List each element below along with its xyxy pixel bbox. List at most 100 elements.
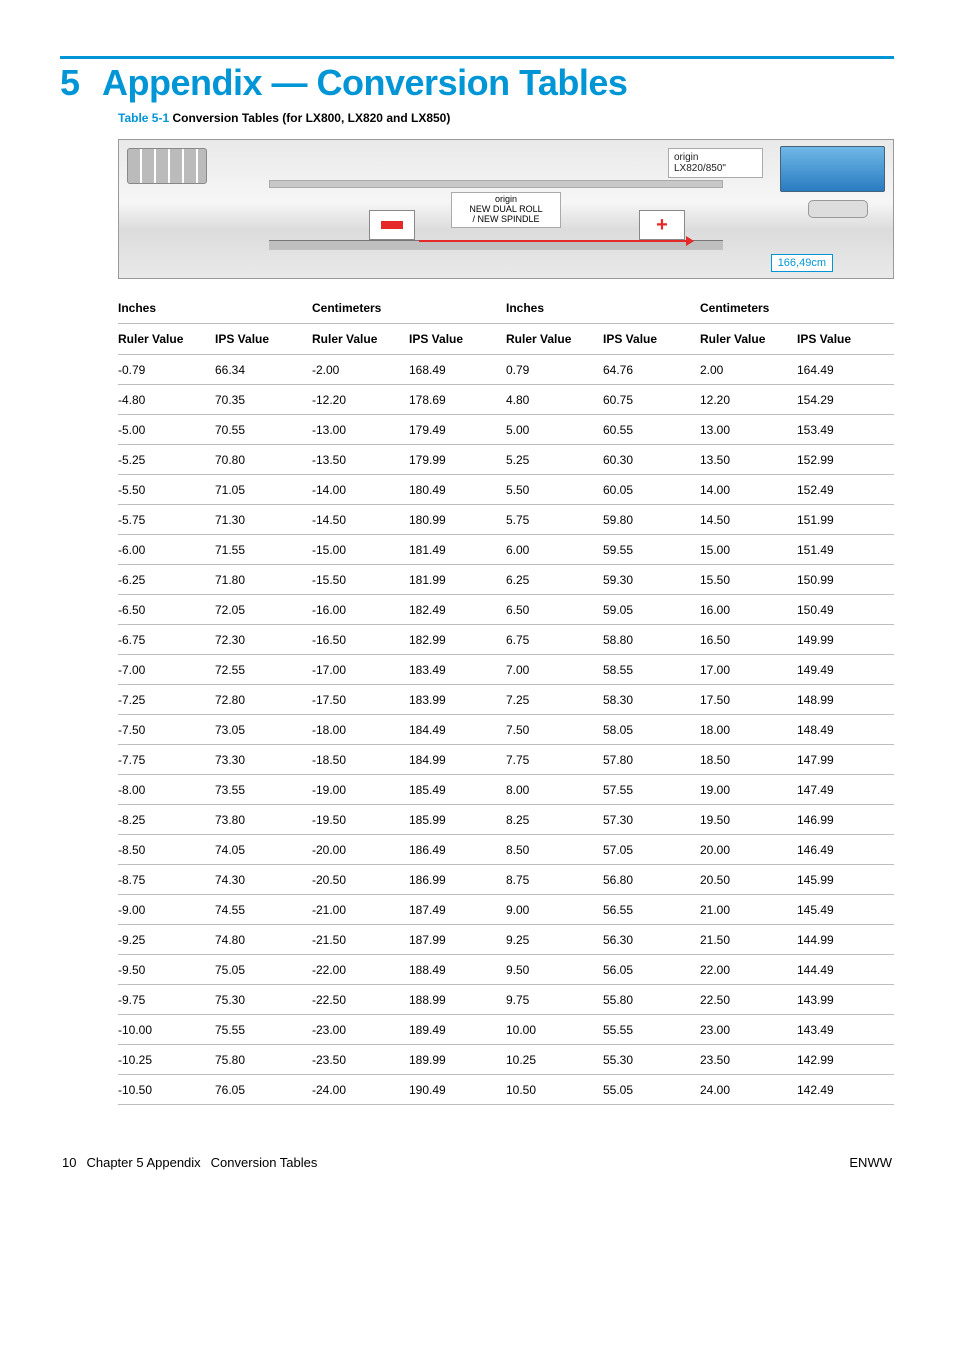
table-cell: 58.55 [603,655,700,685]
chapter-title: Appendix — Conversion Tables [102,65,627,101]
table-cell: 71.55 [215,535,312,565]
table-cell: 55.80 [603,985,700,1015]
dimension-tag: 166,49cm [771,254,833,272]
table-row: -4.8070.35-12.20178.694.8060.7512.20154.… [118,385,894,415]
table-cell: 71.30 [215,505,312,535]
table-cell: 24.00 [700,1075,797,1105]
table-cell: -2.00 [312,355,409,385]
reel-icon [127,148,207,184]
table-row: -8.5074.05-20.00186.498.5057.0520.00146.… [118,835,894,865]
table-cell: 181.49 [409,535,506,565]
table-cell: 58.80 [603,625,700,655]
table-cell: 188.49 [409,955,506,985]
table-cell: -16.00 [312,595,409,625]
table-cell: 148.99 [797,685,894,715]
table-cell: 19.00 [700,775,797,805]
conversion-table: Inches Centimeters Inches Centimeters Ru… [118,297,894,1105]
table-cell: -16.50 [312,625,409,655]
table-row: -9.5075.05-22.00188.499.5056.0522.00144.… [118,955,894,985]
table-row: -0.7966.34-2.00168.490.7964.762.00164.49 [118,355,894,385]
table-cell: -21.00 [312,895,409,925]
table-cell: -4.80 [118,385,215,415]
table-cell: 145.49 [797,895,894,925]
table-cell: 22.50 [700,985,797,1015]
table-cell: 23.50 [700,1045,797,1075]
table-row: -6.7572.30-16.50182.996.7558.8016.50149.… [118,625,894,655]
table-cell: -20.50 [312,865,409,895]
chapter-heading: 5 Appendix — Conversion Tables [60,65,894,101]
table-cell: -17.50 [312,685,409,715]
table-header-sub-row: Ruler Value IPS Value Ruler Value IPS Va… [118,324,894,355]
table-row: -8.0073.55-19.00185.498.0057.5519.00147.… [118,775,894,805]
table-cell: 72.55 [215,655,312,685]
table-cell: 16.00 [700,595,797,625]
table-cell: -10.50 [118,1075,215,1105]
table-cell: 73.55 [215,775,312,805]
table-cell: 72.30 [215,625,312,655]
table-cell: 10.50 [506,1075,603,1105]
table-cell: 59.30 [603,565,700,595]
table-cell: -9.00 [118,895,215,925]
table-cell: -23.00 [312,1015,409,1045]
table-cell: 19.50 [700,805,797,835]
table-cell: -7.25 [118,685,215,715]
table-cell: 154.29 [797,385,894,415]
table-cell: 5.25 [506,445,603,475]
table-cell: -9.25 [118,925,215,955]
origin-line2: LX820/850" [674,163,726,174]
table-row: -8.7574.30-20.50186.998.7556.8020.50145.… [118,865,894,895]
table-row: -6.0071.55-15.00181.496.0059.5515.00151.… [118,535,894,565]
printer-diagram: origin LX820/850" origin NEW DUAL ROLL /… [118,139,894,279]
table-cell: 56.55 [603,895,700,925]
table-cell: 60.05 [603,475,700,505]
table-cell: 21.50 [700,925,797,955]
table-cell: -6.50 [118,595,215,625]
table-cell: 75.55 [215,1015,312,1045]
table-cell: 9.50 [506,955,603,985]
col-group-inches-1: Inches [118,297,312,324]
table-cell: 8.75 [506,865,603,895]
table-cell: 71.80 [215,565,312,595]
table-row: -6.5072.05-16.00182.496.5059.0516.00150.… [118,595,894,625]
table-cell: 18.50 [700,745,797,775]
origin-callout: origin LX820/850" [668,148,763,178]
table-cell: 14.00 [700,475,797,505]
table-cell: 73.80 [215,805,312,835]
plus-glyph: + [656,214,668,237]
table-cell: -6.00 [118,535,215,565]
table-cell: 184.49 [409,715,506,745]
table-cell: 59.55 [603,535,700,565]
table-cell: -17.00 [312,655,409,685]
table-cell: 182.99 [409,625,506,655]
table-cell: 143.99 [797,985,894,1015]
table-cell: 151.49 [797,535,894,565]
table-cell: -10.25 [118,1045,215,1075]
table-cell: 17.50 [700,685,797,715]
table-cell: -8.25 [118,805,215,835]
table-cell: 164.49 [797,355,894,385]
table-cell: 60.75 [603,385,700,415]
table-cell: 60.30 [603,445,700,475]
table-cell: 15.00 [700,535,797,565]
table-cell: -22.00 [312,955,409,985]
table-cell: 189.99 [409,1045,506,1075]
table-cell: -10.00 [118,1015,215,1045]
footer-section: Conversion Tables [211,1155,318,1170]
col-ruler-4: Ruler Value [700,324,797,355]
table-cell: -18.00 [312,715,409,745]
table-cell: -22.50 [312,985,409,1015]
table-cell: 12.20 [700,385,797,415]
table-cell: 57.55 [603,775,700,805]
table-cell: -7.75 [118,745,215,775]
table-cell: -20.00 [312,835,409,865]
mid-line3: / NEW SPINDLE [472,214,539,224]
table-cell: 0.79 [506,355,603,385]
table-cell: 186.99 [409,865,506,895]
table-cell: 66.34 [215,355,312,385]
top-rule [60,56,894,59]
table-cell: 149.49 [797,655,894,685]
table-cell: -5.25 [118,445,215,475]
table-cell: 181.99 [409,565,506,595]
table-cell: -15.00 [312,535,409,565]
table-cell: 5.50 [506,475,603,505]
